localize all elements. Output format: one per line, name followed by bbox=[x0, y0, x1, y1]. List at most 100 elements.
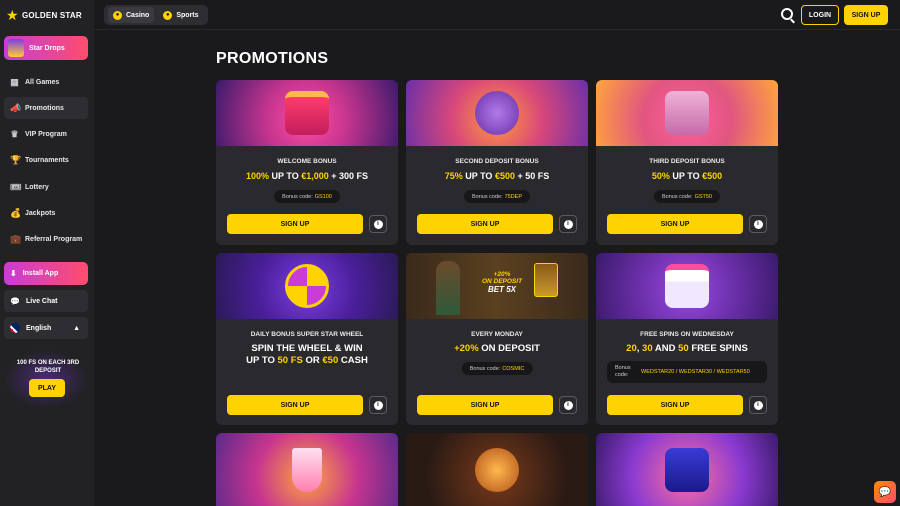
promo-signup-button[interactable]: SIGN UP bbox=[227, 395, 363, 415]
promo-signup-button[interactable]: SIGN UP bbox=[607, 395, 743, 415]
language-selector[interactable]: English ▲ bbox=[4, 317, 88, 339]
promo-card-image bbox=[406, 433, 588, 506]
promo-card-headline: 100% UP TO €1,000 + 300 FS bbox=[245, 171, 369, 181]
info-icon: i bbox=[373, 400, 383, 410]
info-button[interactable]: i bbox=[749, 215, 767, 233]
signup-button[interactable]: SIGN UP bbox=[844, 5, 888, 25]
download-icon: ⬇ bbox=[10, 269, 17, 278]
promo-card-free-spins-wednesday: FREE SPINS ON WEDNESDAY 20, 30 AND 50 FR… bbox=[596, 253, 778, 425]
grid-icon: ▦ bbox=[10, 76, 19, 87]
promo-card-name: EVERY MONDAY bbox=[471, 331, 523, 338]
info-button[interactable]: i bbox=[749, 396, 767, 414]
chevron-up-icon: ▲ bbox=[73, 324, 80, 332]
explorer-character-icon bbox=[436, 261, 460, 315]
search-icon[interactable] bbox=[781, 8, 793, 20]
trophy-icon: 🏆 bbox=[10, 154, 22, 165]
promo-card-welcome: WELCOME BONUS 100% UP TO €1,000 + 300 FS… bbox=[216, 80, 398, 245]
gift-box-icon bbox=[285, 91, 329, 135]
promo-card-name: THIRD DEPOSIT BONUS bbox=[649, 158, 725, 165]
briefcase-icon: 💼 bbox=[10, 233, 22, 244]
bonus-code-pill: Bonus code: COSMIC bbox=[461, 362, 533, 375]
sidebar-item-jackpots[interactable]: 💰 Jackpots bbox=[4, 202, 88, 224]
monday-banner-text: +20% ON DEPOSIT BET 5X bbox=[481, 271, 523, 294]
info-icon: i bbox=[373, 219, 383, 229]
promo-card-headline: 75% UP TO €500 + 50 FS bbox=[444, 171, 550, 181]
login-button[interactable]: LOGIN bbox=[801, 5, 839, 25]
promo-card-image bbox=[216, 433, 398, 506]
promo-card-headline: +20% ON DEPOSIT bbox=[454, 343, 540, 354]
page-title: PROMOTIONS bbox=[216, 50, 329, 67]
install-app-button[interactable]: ⬇ Install App bbox=[4, 262, 88, 285]
star-drops-label: Star Drops bbox=[29, 44, 65, 52]
info-button[interactable]: i bbox=[559, 215, 577, 233]
sidebar-item-tournaments[interactable]: 🏆 Tournaments bbox=[4, 149, 88, 171]
wizard-avatar-icon bbox=[8, 39, 24, 57]
calendar-icon bbox=[665, 264, 709, 308]
promo-card-image: +20% ON DEPOSIT BET 5X bbox=[406, 253, 588, 319]
megaphone-icon: 📣 bbox=[10, 102, 22, 113]
promo-card-every-monday: +20% ON DEPOSIT BET 5X EVERY MONDAY +20%… bbox=[406, 253, 588, 425]
info-icon: i bbox=[563, 400, 573, 410]
promo-signup-button[interactable]: SIGN UP bbox=[417, 214, 553, 234]
sidebar-item-all-games[interactable]: ▦ All Games bbox=[4, 71, 88, 93]
sidebar-item-promotions[interactable]: 📣 Promotions bbox=[4, 97, 88, 119]
promo-card-partial bbox=[216, 433, 398, 506]
support-chat-icon[interactable]: 💬 bbox=[874, 481, 896, 503]
fortune-wheel-icon bbox=[285, 264, 329, 308]
promo-signup-button[interactable]: SIGN UP bbox=[417, 395, 553, 415]
promo-card-daily-wheel: DAILY BONUS SUPER STAR WHEEL SPIN THE WH… bbox=[216, 253, 398, 425]
info-icon: i bbox=[563, 219, 573, 229]
promo-card-name: DAILY BONUS SUPER STAR WHEEL bbox=[250, 331, 364, 338]
sidebar-item-vip-program[interactable]: ♛ VIP Program bbox=[4, 123, 88, 145]
bonus-code-pill: Bonus code: GS100 bbox=[274, 190, 340, 203]
crown-icon: ♛ bbox=[10, 128, 19, 139]
warrior-character-icon bbox=[475, 447, 519, 492]
promo-card-headline: 50% UP TO €500 bbox=[651, 171, 723, 181]
cash-stack-icon bbox=[665, 447, 709, 492]
info-icon: i bbox=[753, 400, 763, 410]
topbar: ● Casino ● Sports LOGIN SIGN UP bbox=[94, 0, 900, 30]
promo-card-name: WELCOME BONUS bbox=[277, 158, 337, 165]
uk-flag-icon bbox=[10, 323, 20, 333]
ticket-icon: 🎟 bbox=[10, 181, 22, 192]
promo-card-image bbox=[596, 80, 778, 146]
promo-card-image bbox=[216, 80, 398, 146]
logo-text: GOLDEN STAR bbox=[22, 10, 82, 20]
tab-casino[interactable]: ● Casino bbox=[108, 7, 155, 23]
play-button[interactable]: PLAY bbox=[29, 379, 65, 397]
live-chat-button[interactable]: 💬 Live Chat bbox=[4, 290, 88, 312]
casino-chip-icon: ● bbox=[113, 10, 122, 20]
promo-card-image bbox=[596, 253, 778, 319]
promo-card-second-deposit: SECOND DEPOSIT BONUS 75% UP TO €500 + 50… bbox=[406, 80, 588, 245]
sports-ball-icon: ● bbox=[163, 10, 173, 20]
star-drops-button[interactable]: Star Drops bbox=[4, 36, 88, 60]
book-icon bbox=[534, 263, 558, 297]
promo-card-name: SECOND DEPOSIT BONUS bbox=[455, 158, 539, 165]
promo-signup-button[interactable]: SIGN UP bbox=[607, 214, 743, 234]
info-button[interactable]: i bbox=[369, 215, 387, 233]
promo-card-headline: 20, 30 AND 50 FREE SPINS bbox=[626, 343, 748, 354]
money-bag-icon bbox=[475, 91, 519, 135]
star-logo-icon: ★ bbox=[6, 7, 19, 23]
sidebar-item-lottery[interactable]: 🎟 Lottery bbox=[4, 176, 88, 198]
sidebar: ★ GOLDEN STAR Star Drops ▦ All Games 📣 Pro… bbox=[0, 0, 94, 506]
bonus-code-pill: Bonus code: GST50 bbox=[653, 190, 721, 203]
info-icon: i bbox=[753, 219, 763, 229]
side-promo-text: 100 FS ON EACH 3RD DEPOSIT bbox=[16, 360, 80, 374]
promo-card-partial bbox=[596, 433, 778, 506]
logo[interactable]: ★ GOLDEN STAR bbox=[6, 8, 82, 22]
info-button[interactable]: i bbox=[369, 396, 387, 414]
promo-card-headline: SPIN THE WHEEL & WIN UP TO 50 FS OR €50 … bbox=[246, 343, 368, 366]
promo-card-image bbox=[216, 253, 398, 319]
promo-card-image bbox=[596, 433, 778, 506]
money-bag-icon: 💰 bbox=[10, 207, 22, 218]
bonus-code-pill: Bonus code: WEDSTAR20 / WEDSTAR30 / WEDST… bbox=[607, 361, 767, 383]
safe-icon bbox=[665, 91, 709, 135]
side-promo-banner: 100 FS ON EACH 3RD DEPOSIT PLAY bbox=[4, 350, 88, 408]
tab-sports[interactable]: ● Sports bbox=[158, 7, 203, 23]
promo-card-image bbox=[406, 80, 588, 146]
sidebar-item-referral-program[interactable]: 💼 Referral Program bbox=[4, 228, 88, 250]
info-button[interactable]: i bbox=[559, 396, 577, 414]
product-tabs: ● Casino ● Sports bbox=[104, 5, 208, 25]
promo-signup-button[interactable]: SIGN UP bbox=[227, 214, 363, 234]
